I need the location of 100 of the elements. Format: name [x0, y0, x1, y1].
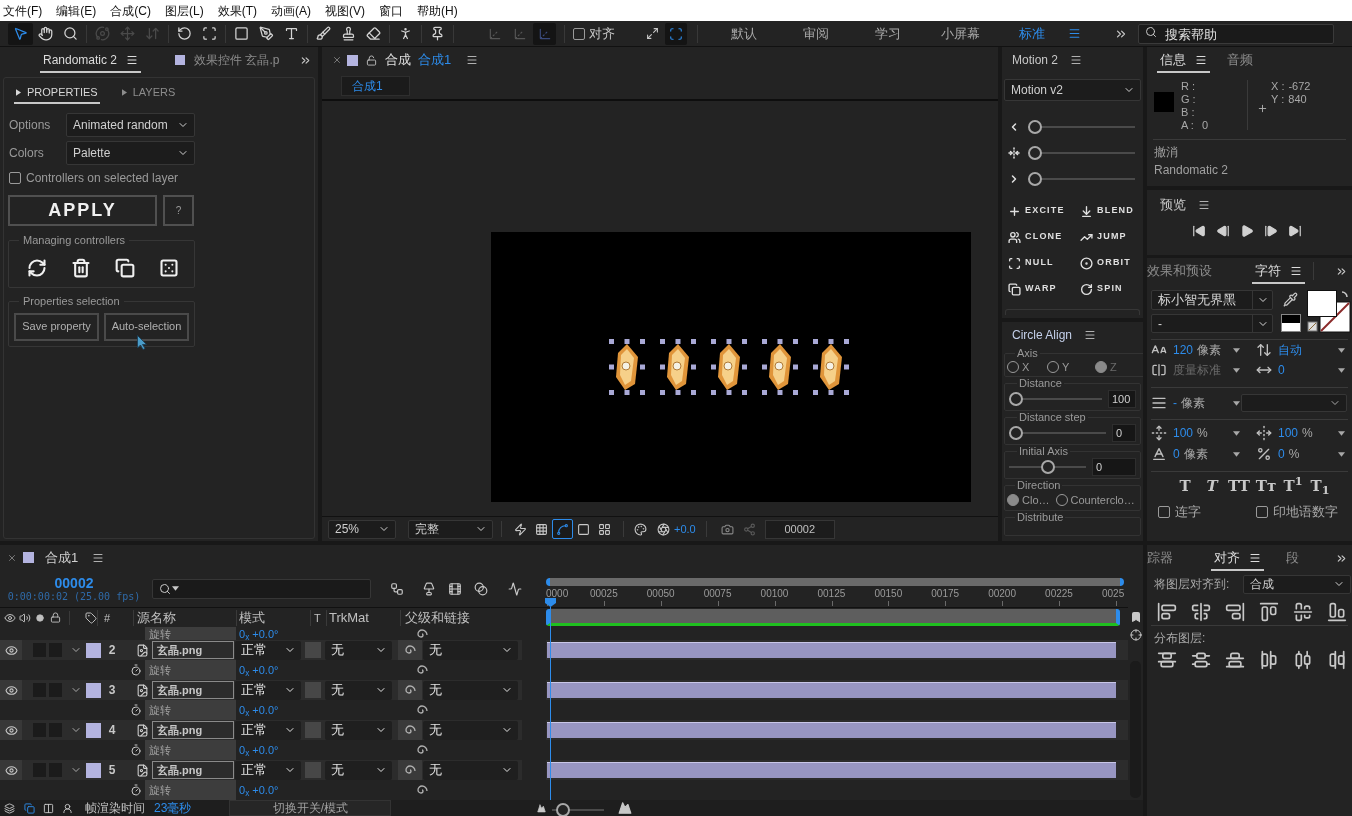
stopwatch-icon[interactable] [130, 784, 142, 796]
overlapping-circles-icon[interactable] [474, 581, 488, 596]
parent-dropdown[interactable]: 无 [423, 720, 518, 740]
view-toggle-button[interactable] [552, 519, 573, 539]
checkbox[interactable] [9, 172, 21, 184]
stopwatch-icon[interactable] [130, 664, 142, 676]
menu-item[interactable]: 编辑(E) [56, 1, 97, 20]
radio-button[interactable] [1095, 361, 1107, 373]
checkbox[interactable] [1256, 506, 1268, 518]
text-style-button[interactable]: T [1173, 474, 1197, 498]
fill-stroke-swatch-icon[interactable] [1307, 290, 1351, 333]
menu-item[interactable]: 合成(C) [110, 1, 151, 20]
panel-tab[interactable]: 段 [1286, 547, 1299, 571]
slider-thumb[interactable] [1009, 426, 1023, 440]
rotation-value[interactable]: 0$_{x}$ +0.0° [239, 744, 279, 756]
skip-forward-icon[interactable] [1288, 224, 1302, 238]
composition-duration-bar[interactable] [546, 609, 1120, 626]
distribute-left-icon[interactable] [1259, 650, 1279, 670]
layer-source-name[interactable]: 玄晶.png [152, 761, 234, 779]
panel-menu-icon[interactable] [92, 551, 105, 564]
rotation-value[interactable]: 0$_{x}$ +0.0° [239, 628, 279, 640]
distribute-center-icon[interactable] [1293, 650, 1313, 670]
slider-track[interactable] [1009, 392, 1102, 406]
option-dropdown[interactable]: Animated random [66, 113, 195, 137]
eye-icon[interactable] [4, 683, 18, 697]
spiral-icon[interactable] [417, 704, 428, 716]
horizontal-scale-field[interactable]: 100 % [1278, 424, 1345, 442]
zoom-dropdown[interactable]: 25% [328, 519, 396, 539]
motion-action-button[interactable]: ORBIT [1080, 250, 1143, 276]
slider-track[interactable] [1028, 146, 1135, 160]
layer-source-name[interactable]: 玄晶.png [152, 681, 234, 699]
chevrons-right-icon[interactable] [1335, 265, 1348, 278]
slider-track[interactable] [552, 803, 605, 813]
workspace-tab[interactable]: 标准 [996, 23, 1068, 44]
snapping-checkbox[interactable]: 对齐 [573, 23, 615, 44]
font-size-field[interactable]: 120 像素 [1173, 341, 1240, 359]
lamp-icon[interactable] [422, 581, 436, 596]
step-forward-icon[interactable] [1264, 224, 1278, 238]
graph-icon[interactable] [508, 581, 522, 596]
align-right-icon[interactable] [1225, 602, 1245, 622]
layers-icon[interactable] [4, 802, 15, 814]
panel-tab[interactable]: 效果控件 玄晶.p [172, 49, 283, 73]
align-to-dropdown[interactable]: 合成 [1243, 574, 1351, 594]
rotation-value[interactable]: 0$_{x}$ +0.0° [239, 784, 279, 796]
value-field[interactable]: 0 [1112, 424, 1136, 442]
value-field[interactable]: 100 [1108, 390, 1136, 408]
track-matte-dropdown[interactable]: 无 [325, 760, 392, 780]
menu-item[interactable]: 窗口 [379, 1, 403, 20]
slider-thumb[interactable] [1028, 172, 1042, 186]
label-color-swatch[interactable] [86, 722, 101, 738]
panel-menu-icon[interactable] [466, 54, 479, 66]
track-matte-dropdown[interactable]: 无 [325, 680, 392, 700]
distribute-right-icon[interactable] [1327, 650, 1347, 670]
panel-menu-icon[interactable] [1070, 54, 1083, 66]
spiral-icon[interactable] [404, 644, 416, 656]
panel-menu-icon[interactable] [1195, 54, 1207, 66]
eye-icon[interactable] [4, 643, 18, 657]
speaker-icon[interactable] [19, 611, 31, 624]
layer-search-field[interactable] [152, 578, 371, 599]
value-field[interactable]: 0 [1092, 458, 1136, 476]
camera-icon[interactable] [720, 522, 734, 536]
stopwatch-icon[interactable] [130, 704, 142, 716]
controllers-checkbox[interactable]: Controllers on selected layer [9, 169, 314, 187]
menu-item[interactable]: 效果(T) [217, 1, 257, 20]
align-top-icon[interactable] [1259, 602, 1279, 622]
font-style-dropdown[interactable]: - [1151, 314, 1273, 333]
resolution-dropdown[interactable]: 完整 [408, 519, 493, 539]
panel-tab[interactable]: 字符 [1252, 260, 1305, 284]
duplicate-icon[interactable] [115, 257, 135, 278]
preset-dropdown[interactable]: Motion v2 [1004, 79, 1141, 101]
property-button[interactable]: Save property [14, 312, 99, 341]
spiral-icon[interactable] [404, 724, 416, 736]
tsume-field[interactable]: 0 % [1278, 445, 1345, 463]
blend-mode-dropdown[interactable]: 正常 [235, 720, 301, 740]
slider-track[interactable] [1009, 460, 1086, 474]
parent-dropdown[interactable]: 无 [423, 680, 518, 700]
current-frame-field[interactable]: 00002 [764, 519, 835, 539]
option-dropdown[interactable]: Palette [66, 141, 195, 165]
text-style-button[interactable]: TT [1227, 474, 1251, 498]
menu-item[interactable]: 视图(V) [325, 1, 365, 20]
distribute-bottom-icon[interactable] [1225, 650, 1245, 670]
toggle-switches-button[interactable]: 切换开关/模式 [229, 800, 392, 816]
slider-thumb[interactable] [1040, 460, 1055, 474]
distribute-top-icon[interactable] [1157, 650, 1177, 670]
menu-item[interactable]: 动画(A) [271, 1, 311, 20]
panel-tab[interactable]: 效果和预设 [1147, 260, 1212, 284]
rotation-value[interactable]: 0$_{x}$ +0.0° [239, 664, 279, 676]
eye-icon[interactable] [4, 723, 18, 737]
padlock-icon[interactable] [366, 54, 377, 66]
vertical-scale-field[interactable]: 100 % [1173, 424, 1240, 442]
composition-breadcrumb[interactable]: 合成1 [341, 76, 410, 96]
option-checkbox[interactable]: 印地语数字 [1256, 502, 1338, 522]
panel-tab[interactable]: 踪器 [1147, 547, 1173, 571]
slider-thumb[interactable] [1028, 120, 1042, 134]
workspace-tab[interactable]: 审阅 [780, 23, 852, 44]
parent-dropdown[interactable]: 无 [423, 760, 518, 780]
stacked-squares-icon[interactable] [24, 802, 35, 814]
tracking-field[interactable]: 0 [1278, 361, 1345, 379]
close-icon[interactable] [7, 552, 17, 563]
font-family-dropdown[interactable]: 标小智无界黑 [1151, 290, 1273, 310]
